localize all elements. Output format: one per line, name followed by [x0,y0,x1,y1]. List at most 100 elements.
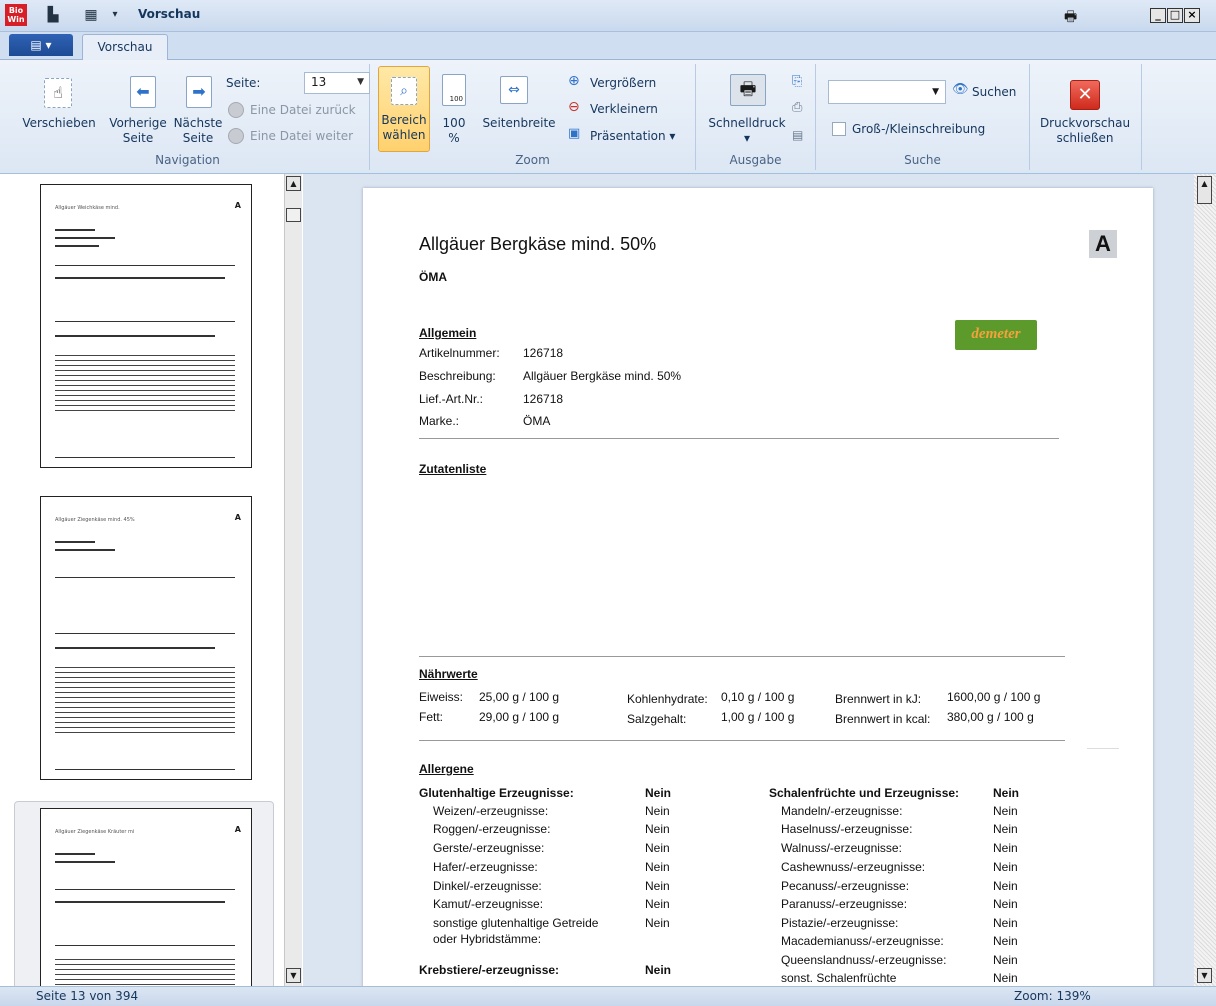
seite-label: Seite: [226,76,261,90]
nutrient-value: 0,10 g / 100 g [721,690,795,704]
schnelldruck-button[interactable]: Schnelldruck ▾ [700,116,794,146]
allergen-label: Dinkel/-erzeugnisse: [433,879,542,893]
quick-print-icon[interactable]: ▦ [82,6,100,24]
seitenbreite-button[interactable]: Seitenbreite [480,116,558,131]
print-setup-icon[interactable]: ⎙ [792,100,802,115]
allergen-label: Pecanuss/-erzeugnisse: [781,879,910,893]
thumbnail-title: Allgäuer Ziegenkäse mind. 45% [55,517,135,523]
quick-print-large-icon: 🖶 [730,74,766,106]
suchen-button[interactable]: Suchen [972,85,1016,100]
previous-page-button[interactable]: Vorherige Seite [102,116,174,146]
ribbon: ☝ Verschieben ⬅ Vorherige Seite ➡ Nächste… [0,60,1216,174]
datei-zurueck-button[interactable]: Eine Datei zurück [250,103,356,118]
verkleinern-button[interactable]: Verkleinern [590,102,658,117]
allergen-value: Nein [645,879,670,893]
document-subtitle: ÖMA [419,270,447,284]
binoculars-icon: 👁 [952,82,969,97]
praesentation-button[interactable]: Präsentation ▾ [590,129,675,144]
nutrient-label: Eiweiss: [419,690,464,704]
verschieben-button[interactable]: Verschieben [20,116,98,131]
allergen-label: Haselnuss/-erzeugnisse: [781,822,913,836]
vergroessern-button[interactable]: Vergrößern [590,76,656,91]
close-preview-button[interactable]: Druckvorschau schließen [1030,116,1140,146]
export-icon[interactable]: ⎘ [792,74,802,89]
scroll-down-icon[interactable]: ▼ [286,968,301,983]
divider [419,656,1065,657]
preview-scrollbar[interactable]: ▲ ▼ [1194,174,1216,986]
allergen-label: Weizen/-erzeugnisse: [433,804,549,818]
allergene-heading: Allergene [419,762,474,776]
window-title: Vorschau [138,7,201,21]
case-sensitive-checkbox[interactable] [832,122,846,136]
scroll-up-icon[interactable]: ▲ [1197,176,1212,204]
scroll-up-icon[interactable]: ▲ [286,176,301,191]
demeter-logo: demeter [955,320,1037,350]
allgemein-value: 126718 [523,346,564,360]
allergen-label: Mandeln/-erzeugnisse: [781,804,903,818]
search-input[interactable]: ▼ [828,80,946,104]
chevron-down-icon: ▼ [357,77,364,87]
close-preview-group: ✕ Druckvorschau schließen [1030,64,1142,170]
allgemein-value: Allgäuer Bergkäse mind. 50% [523,369,682,383]
allergen-label: Queenslandnuss/-erzeugnisse: [781,953,947,967]
nutrient-value: 1600,00 g / 100 g [947,690,1041,704]
allergen-group-value: Nein [993,786,1020,800]
thumbnail-scrollbar[interactable]: ▲ ▼ [284,174,302,986]
zoom-area-icon: ⌕ [391,77,417,105]
allergen-value: Nein [993,804,1018,818]
allgemein-heading: Allgemein [419,326,477,340]
title-bar: Bio Win ▙ ▦ ▾ Vorschau 🖶 _ □ × [0,0,1216,32]
page-setup-icon[interactable]: ▤ [792,128,803,143]
page-number-select[interactable]: 13 ▼ [304,72,370,94]
next-page-icon: ➡ [186,76,212,108]
nutrient-value: 1,00 g / 100 g [721,710,795,724]
allergen-value: Nein [993,934,1018,948]
thumbnail-page[interactable]: Allgäuer Ziegenkäse Kräuter mi A [40,808,252,989]
allergen-label: Kamut/-erzeugnisse: [433,897,544,911]
category-badge: A [1089,230,1117,258]
datei-weiter-button[interactable]: Eine Datei weiter [250,129,353,144]
navigation-group-label: Navigation [155,153,220,167]
zoom-100-icon: 100 [442,74,466,106]
minimize-button[interactable]: _ [1150,8,1166,23]
next-page-button[interactable]: Nächste Seite [168,116,228,146]
suche-group-label: Suche [904,153,941,167]
printer-icon[interactable]: 🖶 [1064,6,1077,30]
biowin-logo: Bio Win [5,4,27,26]
nutrient-label: Brennwert in kJ: [835,692,922,706]
page-icon[interactable]: ▙ [44,6,62,24]
thumbnail-badge: A [234,201,241,210]
presentation-icon: ▣ [568,126,581,141]
zoom-100-button[interactable]: 100% [436,116,472,146]
allergen-group-value: Nein [645,963,672,977]
scroll-down-icon[interactable]: ▼ [1197,968,1212,983]
allergen-value: Nein [993,953,1018,967]
app-menu-button[interactable]: ▤ ▾ [9,34,73,56]
thumbnail-badge: A [234,513,241,522]
divider [1087,748,1119,749]
navigation-group: ☝ Verschieben ⬅ Vorherige Seite ➡ Nächste… [6,64,370,170]
zoom-group-label: Zoom [515,153,550,167]
allergen-label: sonst. Schalenfrüchte [781,971,897,985]
thumbnail-page[interactable]: Allgäuer Ziegenkäse mind. 45% A [40,496,252,780]
nutrient-label: Fett: [419,710,444,724]
bereich-waehlen-button[interactable]: ⌕ Bereich wählen [378,66,430,152]
allergen-label: Walnuss/-erzeugnisse: [781,841,902,855]
thumbnail-title: Allgäuer Ziegenkäse Kräuter mi [55,829,135,835]
nutrient-value: 25,00 g / 100 g [479,690,560,704]
suche-group: ▼ 👁 Suchen Groß-/Kleinschreibung Suche [816,64,1030,170]
tab-vorschau[interactable]: Vorschau [82,34,168,60]
allgemein-label: Marke.: [419,414,460,428]
scroll-thumb[interactable] [286,208,301,222]
allergen-group-label: Schalenfrüchte und Erzeugnisse: [769,786,960,800]
maximize-button[interactable]: □ [1167,8,1183,23]
allergen-value: Nein [993,897,1018,911]
close-window-button[interactable]: × [1184,8,1200,23]
allgemein-label: Beschreibung: [419,369,496,383]
allergen-label: Gerste/-erzeugnisse: [433,841,545,855]
allergen-value: Nein [993,860,1018,874]
thumbnail-page[interactable]: Allgäuer Weichkäse mind. A [40,184,252,468]
zoom-out-icon: ⊖ [568,99,580,115]
quick-access-dropdown-icon[interactable]: ▾ [106,6,124,24]
page-status: Seite 13 von 394 [36,989,139,1003]
